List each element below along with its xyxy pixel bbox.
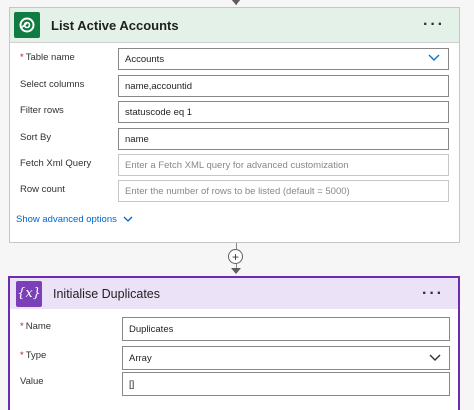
field-label: Value xyxy=(20,376,44,387)
variable-name-input[interactable]: Duplicates xyxy=(122,317,450,341)
advanced-label: Show advanced options xyxy=(16,214,117,225)
field-row-value: Value [] xyxy=(10,372,458,396)
arrow-middle-icon xyxy=(231,268,241,274)
action-title: Initialise Duplicates xyxy=(53,286,160,301)
field-row-sort-by: Sort By name xyxy=(10,128,459,150)
list-rows-action-card[interactable]: List Active Accounts ··· * Table name Acc… xyxy=(9,7,460,243)
action-title: List Active Accounts xyxy=(51,17,179,33)
field-label: * Table name xyxy=(20,52,75,63)
table-name-value: Accounts xyxy=(125,53,165,65)
field-label: * Name xyxy=(20,321,52,332)
show-advanced-options-link[interactable]: Show advanced options xyxy=(16,214,133,225)
field-label: Select columns xyxy=(20,79,85,90)
field-row-name: * Name Duplicates xyxy=(10,317,458,341)
field-row-type: * Type Array xyxy=(10,346,458,370)
more-options-icon[interactable]: ··· xyxy=(423,17,445,33)
variable-type-select[interactable]: Array xyxy=(122,346,450,370)
field-row-fetch-xml: Fetch Xml Query Enter a Fetch XML query … xyxy=(10,154,459,176)
initialize-variable-card[interactable]: {x} Initialise Duplicates ··· * Name Dupl… xyxy=(8,276,460,410)
dataverse-icon xyxy=(14,12,40,38)
type-value: Array xyxy=(129,352,152,364)
action-header[interactable]: List Active Accounts ··· xyxy=(10,8,459,43)
field-row-filter-rows: Filter rows statuscode eq 1 xyxy=(10,101,459,123)
chevron-down-icon xyxy=(428,54,440,61)
add-step-button[interactable]: + xyxy=(228,249,243,264)
chevron-down-icon xyxy=(123,216,133,222)
variable-value-input[interactable]: [] xyxy=(122,372,450,396)
field-row-row-count: Row count Enter the number of rows to be… xyxy=(10,180,459,202)
more-options-icon[interactable]: ··· xyxy=(422,285,444,301)
field-label: * Type xyxy=(20,350,47,361)
field-label: Sort By xyxy=(20,132,52,143)
sort-by-input[interactable]: name xyxy=(118,128,449,150)
table-name-select[interactable]: Accounts xyxy=(118,48,449,70)
fetch-xml-query-input[interactable]: Enter a Fetch XML query for advanced cus… xyxy=(118,154,449,176)
field-row-table-name: * Table name Accounts xyxy=(10,48,459,70)
field-label: Filter rows xyxy=(20,105,64,116)
variable-icon: {x} xyxy=(16,280,42,307)
arrow-top-icon xyxy=(231,0,241,5)
filter-rows-input[interactable]: statuscode eq 1 xyxy=(118,101,449,123)
row-count-input[interactable]: Enter the number of rows to be listed (d… xyxy=(118,180,449,202)
chevron-down-icon xyxy=(429,354,441,361)
field-label: Row count xyxy=(20,184,65,195)
field-row-select-columns: Select columns name,accountid xyxy=(10,75,459,97)
select-columns-input[interactable]: name,accountid xyxy=(118,75,449,97)
action-header[interactable]: {x} Initialise Duplicates ··· xyxy=(10,278,458,309)
field-label: Fetch Xml Query xyxy=(20,158,92,169)
